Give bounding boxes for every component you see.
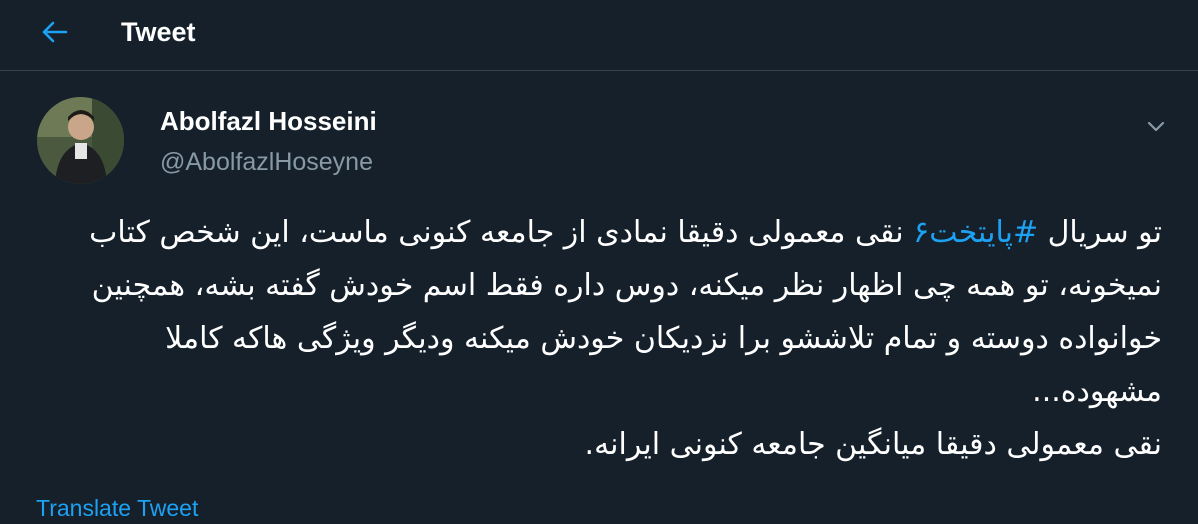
author-name[interactable]: Abolfazl Hosseini bbox=[160, 106, 377, 137]
top-bar: Tweet bbox=[0, 0, 1198, 71]
hashtag-link[interactable]: #پایتخت۶ bbox=[913, 215, 1038, 250]
page-title: Tweet bbox=[121, 17, 196, 47]
back-button[interactable] bbox=[36, 14, 72, 50]
arrow-left-icon bbox=[42, 21, 68, 43]
tweet-text: تو سریال #پایتخت۶ نقی معمولی دقیقا نمادی… bbox=[52, 206, 1162, 471]
avatar-photo bbox=[37, 97, 124, 184]
tweet-menu-button[interactable] bbox=[1140, 112, 1172, 140]
tweet-text-part: تو سریال bbox=[1038, 215, 1162, 250]
chevron-down-icon bbox=[1147, 121, 1165, 132]
translate-tweet-link[interactable]: Translate Tweet bbox=[36, 495, 198, 522]
author-handle[interactable]: @AbolfazlHoseyne bbox=[160, 148, 373, 177]
avatar[interactable] bbox=[37, 97, 124, 184]
tweet-text-part: نقی معمولی دقیقا نمادی از جامعه کنونی ما… bbox=[89, 215, 1162, 462]
